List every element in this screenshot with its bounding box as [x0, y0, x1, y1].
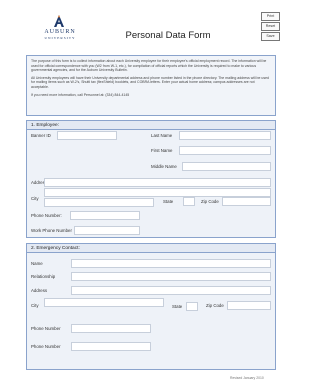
emergency-name-field[interactable]	[71, 259, 271, 268]
emergency-phone2-label: Phone Number	[31, 344, 61, 349]
relationship-field[interactable]	[71, 272, 271, 281]
reset-button[interactable]: Reset	[261, 22, 280, 31]
intro-paragraph: All University employees will have their…	[31, 75, 269, 89]
work-phone-field[interactable]	[74, 226, 140, 235]
emergency-state-label: State	[172, 304, 183, 309]
employee-phone-field[interactable]	[70, 211, 140, 220]
employee-state-field[interactable]	[183, 197, 195, 206]
relationship-label: Relationship	[31, 274, 56, 279]
print-button[interactable]: Print	[261, 12, 280, 21]
employee-address-line1-field[interactable]	[44, 178, 271, 187]
emergency-zip-label: Zip Code	[206, 303, 224, 308]
middle-name-label: Middle Name	[151, 164, 177, 169]
employee-zip-field[interactable]	[222, 197, 271, 206]
emergency-phone1-field[interactable]	[71, 324, 151, 333]
emergency-section-header: 2. Emergency Contact:	[27, 244, 275, 253]
emergency-address-label: Address	[31, 288, 48, 293]
first-name-field[interactable]	[179, 146, 271, 155]
work-phone-label: Work Phone Number	[31, 228, 72, 233]
employee-phone-label: Phone Number:	[31, 213, 62, 218]
employee-address-line2-field[interactable]	[44, 188, 271, 197]
university-subtitle: UNIVERSITY	[44, 36, 76, 40]
revised-date: Revised January 2010	[230, 376, 264, 380]
last-name-label: Last Name	[151, 133, 173, 138]
employee-section-title: 1. Employee:	[31, 122, 59, 128]
emergency-city-label: City	[31, 303, 39, 308]
emergency-address-field[interactable]	[71, 286, 271, 295]
employee-city-label: City	[31, 196, 39, 201]
employee-section-header: 1. Employee:	[27, 121, 275, 130]
emergency-state-field[interactable]	[186, 302, 198, 311]
save-button[interactable]: Save	[261, 32, 280, 41]
employee-state-label: State	[163, 199, 174, 204]
page-title: Personal Data Form	[125, 30, 211, 41]
emergency-section-title: 2. Emergency Contact:	[31, 245, 80, 251]
emergency-name-label: Name	[31, 261, 43, 266]
intro-box: The purpose of this form is to collect i…	[26, 55, 276, 116]
emergency-phone1-label: Phone Number	[31, 326, 61, 331]
auburn-logo-icon	[54, 15, 64, 27]
emergency-city-field[interactable]	[44, 298, 164, 307]
emergency-phone2-field[interactable]	[71, 342, 151, 351]
intro-paragraph: The purpose of this form is to collect i…	[31, 59, 267, 73]
intro-paragraph: If you need more information, call Perso…	[31, 92, 130, 97]
last-name-field[interactable]	[179, 131, 271, 140]
banner-id-field[interactable]	[57, 131, 117, 140]
employee-zip-label: Zip Code	[201, 199, 219, 204]
first-name-label: First Name	[151, 148, 173, 153]
university-name: AUBURN	[44, 29, 76, 35]
middle-name-field[interactable]	[182, 162, 271, 171]
emergency-zip-field[interactable]	[227, 301, 271, 310]
banner-id-label: Banner ID	[31, 133, 51, 138]
employee-city-field[interactable]	[44, 198, 154, 207]
